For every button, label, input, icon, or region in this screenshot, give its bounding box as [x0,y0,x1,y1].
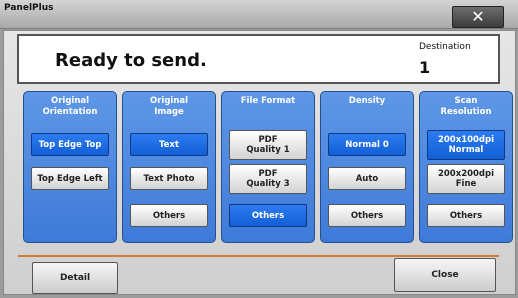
column-scan-resolution: Scan Resolution 200x100dpi Normal 200x20… [419,91,513,243]
detail-button[interactable]: Detail [32,262,118,294]
resolution-200x100-button[interactable]: 200x100dpi Normal [427,130,505,160]
destination-count: 1 [419,58,431,77]
resolution-200x200-button[interactable]: 200x200dpi Fine [427,164,505,194]
status-message: Ready to send. [55,50,207,71]
text-photo-button[interactable]: Text Photo [130,167,208,190]
close-button[interactable]: Close [394,258,496,292]
column-header-original-image: Original Image [149,96,189,117]
column-header-scan-resolution: Scan Resolution [440,96,492,117]
title-bar: PanelPlus ✕ [0,0,518,29]
column-header-file-format: File Format [240,96,296,106]
destination-label: Destination [419,42,471,52]
column-file-format: File Format PDF Quality 1 PDF Quality 3 … [221,91,315,243]
pdf-quality-1-button[interactable]: PDF Quality 1 [229,130,307,160]
format-others-button[interactable]: Others [229,204,307,227]
top-edge-left-button[interactable]: Top Edge Left [31,167,109,190]
status-box: Ready to send. Destination 1 [17,34,500,84]
normal-0-button[interactable]: Normal 0 [328,133,406,156]
send-settings-panel: Ready to send. Destination 1 Original Or… [3,30,516,295]
text-button[interactable]: Text [130,133,208,156]
image-others-button[interactable]: Others [130,204,208,227]
window-title: PanelPlus [4,3,54,13]
density-others-button[interactable]: Others [328,204,406,227]
top-edge-top-button[interactable]: Top Edge Top [31,133,109,156]
column-density: Density Normal 0 Auto Others [320,91,414,243]
pdf-quality-3-button[interactable]: PDF Quality 3 [229,164,307,194]
close-window-button[interactable]: ✕ [452,6,504,28]
auto-density-button[interactable]: Auto [328,167,406,190]
column-header-density: Density [348,96,386,106]
column-original-orientation: Original Orientation Top Edge Top Top Ed… [23,91,117,243]
column-header-original-orientation: Original Orientation [42,96,98,117]
resolution-others-button[interactable]: Others [427,204,505,227]
column-original-image: Original Image Text Text Photo Others [122,91,216,243]
footer-divider [18,255,499,257]
